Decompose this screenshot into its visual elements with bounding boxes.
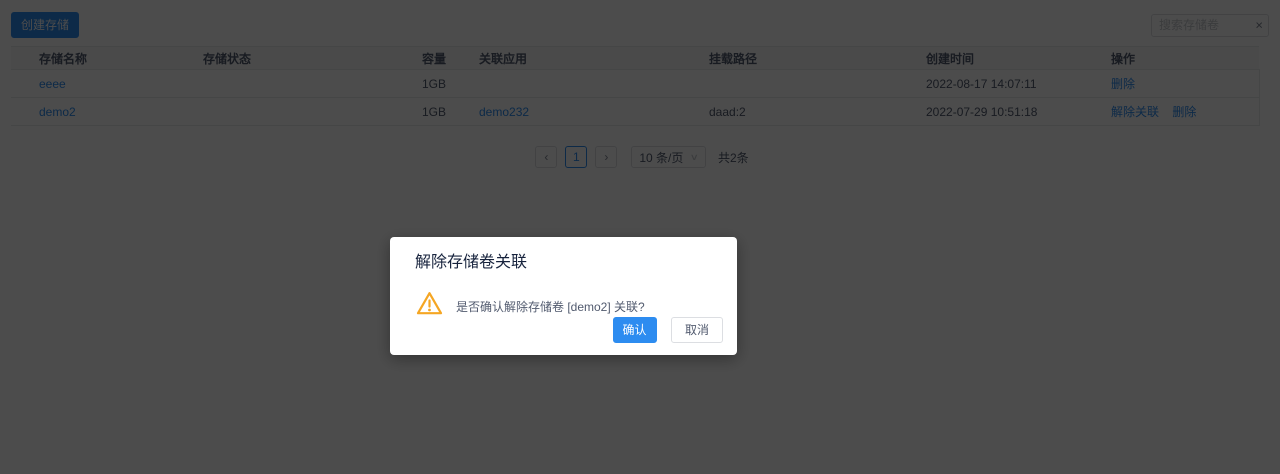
unbind-confirm-dialog: 解除存储卷关联 是否确认解除存储卷 [demo2] 关联? 确认 取消 [390,237,737,355]
warning-icon [415,289,444,323]
dialog-message: 是否确认解除存储卷 [demo2] 关联? [456,299,645,314]
dialog-footer: 确认 取消 [612,317,723,343]
cancel-button[interactable]: 取消 [670,317,723,343]
confirm-button[interactable]: 确认 [612,317,657,343]
dialog-title: 解除存储卷关联 [415,254,528,271]
